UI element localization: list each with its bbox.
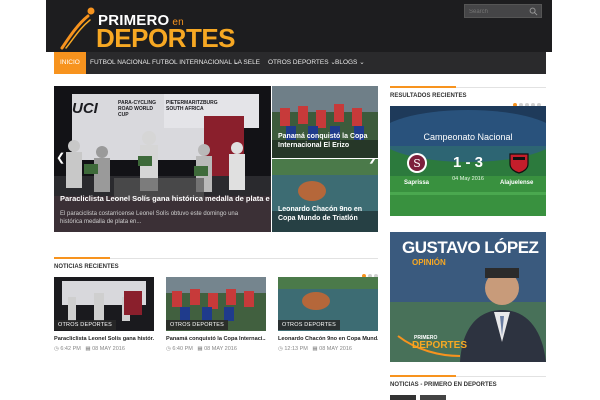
opinion-label: OPINIÓN [412,258,446,267]
news-card-tag[interactable]: OTROS DEPORTES [54,320,117,330]
slide-side-2[interactable]: Leonardo Chacón 9no en Copa Mundo de Tri… [272,159,378,232]
slide-main-title[interactable]: Paracliclista Leonel Solís gana históric… [60,194,270,203]
main-nav: INICIO FUTBOL NACIONAL FUTBOL INTERNACIO… [54,52,546,74]
recent-news-title: NOTICIAS RECIENTES [54,264,119,270]
site-logo[interactable]: PRIMERO en DEPORTES [58,4,236,53]
results-widget[interactable]: Campeonato Nacional S 1 - 3 04 May 2016 … [390,106,546,216]
news-card-date: 08 MAY 2016 [319,346,352,352]
clock-icon: ◷ [278,346,283,352]
bottom-thumb-1[interactable] [390,395,416,400]
news-card-title[interactable]: Paracliclista Leonel Solís gana histór..… [54,336,154,342]
news-card-meta: ◷ 6:40 PM ▦ 08 MAY 2016 [166,346,237,352]
results-rule [456,86,546,88]
recent-news-pager[interactable] [362,265,380,278]
news-card-time: 6:42 PM [60,346,81,352]
opinion-brand-main: DEPORTES [412,340,468,351]
home-team: Saprissa [404,180,430,186]
competition-name: Campeonato Nacional [423,132,513,142]
search-icon[interactable] [529,7,538,16]
news-card-time: 6:40 PM [172,346,193,352]
match-score: 1 - 3 [452,154,483,171]
news-card-tag[interactable]: OTROS DEPORTES [166,320,229,330]
results-title: RESULTADOS RECIENTES [390,93,467,99]
recent-news-accent-line [54,257,110,259]
slide-main[interactable]: UCI PARA-CYCLING ROAD WORLD CUP PIETERMA… [54,86,271,232]
bottom-thumb-2[interactable] [420,395,446,400]
news-card-date: 08 MAY 2016 [92,346,125,352]
banner-world-cup-text: PARA-CYCLING ROAD WORLD CUP [118,100,156,118]
calendar-icon: ▦ [85,346,91,352]
search-input[interactable] [469,6,529,17]
featured-slider: UCI PARA-CYCLING ROAD WORLD CUP PIETERMA… [54,86,378,232]
bottom-accent-line [390,375,456,377]
page-margin-left [0,0,46,400]
slider-next-arrow[interactable]: ❯ [368,159,377,164]
news-card-date: 08 MAY 2016 [204,346,237,352]
news-card-title[interactable]: Panamá conquistó la Copa Internaci... [166,336,266,342]
runner-logo-icon [60,7,95,50]
news-card-time: 12:13 PM [284,346,308,352]
nav-item-inicio[interactable]: INICIO [54,52,86,74]
banner-location-text: PIETERMARITZBURG SOUTH AFRICA [166,100,218,112]
search-box [464,4,542,18]
news-card-meta: ◷ 6:42 PM ▦ 08 MAY 2016 [54,346,125,352]
slide-side-2-title[interactable]: Leonardo Chacón 9no en Copa Mundo de Tri… [278,205,374,223]
nav-item-la-sele[interactable]: LA SELE [228,52,266,74]
recent-news-rule [110,257,378,259]
slide-side-1[interactable]: Panamá conquistó la Copa Internacional E… [272,86,378,158]
calendar-icon: ▦ [197,346,203,352]
news-card-title[interactable]: Leonardo Chacón 9no en Copa Mund... [278,336,378,342]
bottom-news-title: NOTICIAS - PRIMERO EN DEPORTES [390,382,497,388]
news-card-meta: ◷ 12:13 PM ▦ 08 MAY 2016 [278,346,352,352]
opinion-name: GUSTAVO LÓPEZ [402,238,539,257]
news-card-tag[interactable]: OTROS DEPORTES [278,320,341,330]
logo-main-text: DEPORTES [96,23,236,53]
clock-icon: ◷ [166,346,171,352]
slide-side-1-title[interactable]: Panamá conquistó la Copa Internacional E… [278,132,374,150]
opinion-banner[interactable]: GUSTAVO LÓPEZ OPINIÓN PRIMERO DEPORTES [390,232,546,362]
clock-icon: ◷ [54,346,59,352]
nav-item-blogs[interactable]: BLOGS ⌄ [329,52,371,74]
slide-main-desc: El paraciclista costarricense Leonel Sol… [60,211,239,225]
results-pager[interactable] [513,94,543,107]
banner-uci-text: UCI [72,100,98,117]
slider-prev-arrow[interactable]: ❮ [56,152,65,164]
results-accent-line [390,86,456,88]
away-team: Alajuelense [500,180,534,186]
calendar-icon: ▦ [312,346,318,352]
bottom-rule [456,375,546,377]
